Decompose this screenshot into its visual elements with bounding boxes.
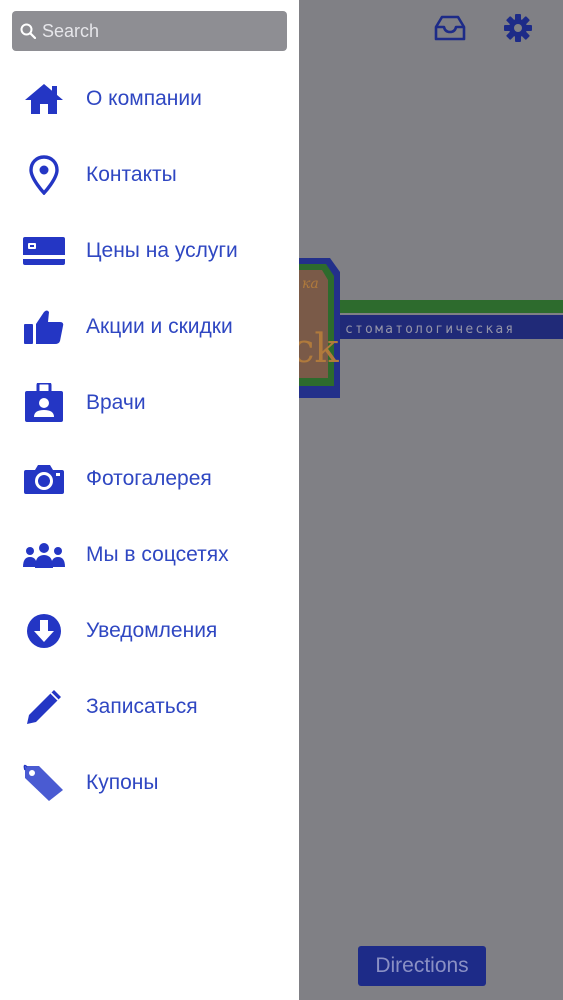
- id-badge-icon: [22, 381, 66, 425]
- menu-item-prices[interactable]: Цены на услуги: [0, 213, 299, 289]
- menu-item-gallery[interactable]: Фотогалерея: [0, 441, 299, 517]
- tag-icon: [22, 761, 66, 805]
- credit-card-icon: [22, 229, 66, 273]
- camera-icon: [22, 457, 66, 501]
- menu-item-coupons[interactable]: Купоны: [0, 745, 299, 821]
- search-input[interactable]: [37, 13, 287, 49]
- menu-item-contacts[interactable]: Контакты: [0, 137, 299, 213]
- search-bar[interactable]: [12, 11, 287, 51]
- logo-text: стоматологическая: [345, 322, 516, 337]
- menu-list: О компании Контакты Цены на услуги Акции…: [0, 61, 299, 821]
- directions-button[interactable]: Directions: [358, 946, 486, 986]
- home-icon: [22, 77, 66, 121]
- menu-item-doctors[interactable]: Врачи: [0, 365, 299, 441]
- people-icon: [22, 533, 66, 577]
- menu-item-notifications[interactable]: Уведомления: [0, 593, 299, 669]
- gear-icon[interactable]: [500, 10, 536, 46]
- menu-item-social[interactable]: Мы в соцсетях: [0, 517, 299, 593]
- pencil-icon: [22, 685, 66, 729]
- side-drawer: О компании Контакты Цены на услуги: [0, 0, 299, 1000]
- menu-item-about[interactable]: О компании: [0, 61, 299, 137]
- svg-text:ck: ck: [292, 326, 339, 372]
- svg-text:ка: ка: [302, 276, 319, 292]
- inbox-icon[interactable]: [432, 10, 468, 46]
- search-icon: [19, 22, 37, 40]
- arrow-down-circle-icon: [22, 609, 66, 653]
- thumbs-up-icon: [22, 305, 66, 349]
- menu-item-promotions[interactable]: Акции и скидки: [0, 289, 299, 365]
- map-pin-icon: [22, 153, 66, 197]
- menu-item-appointment[interactable]: Записаться: [0, 669, 299, 745]
